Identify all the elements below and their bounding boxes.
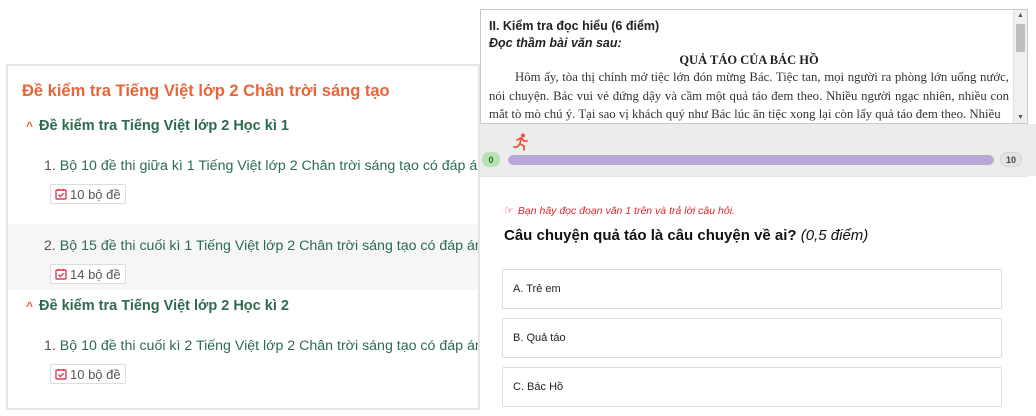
calendar-check-icon [55, 368, 67, 380]
question-points: (0,5 điểm) [800, 227, 869, 244]
question-card: ☞ Bạn hãy đọc đoạn văn 1 trên và trả lời… [480, 176, 1028, 416]
count-badge: 10 bộ đề [50, 184, 126, 204]
story-title: QUẢ TÁO CỦA BÁC HỒ [679, 53, 819, 67]
panel-title: Đề kiểm tra Tiếng Việt lớp 2 Chân trời s… [22, 82, 390, 100]
item-link[interactable]: 1. Bộ 10 đề thi giữa kì 1 Tiếng Việt lớp… [44, 158, 480, 174]
answer-option-b[interactable]: B. Quả táo [502, 318, 1002, 358]
badge-label: 14 bộ đề [70, 266, 121, 282]
pointing-hand-icon: ☞ [504, 205, 514, 217]
answer-option-c[interactable]: C. Bác Hồ [502, 367, 1002, 407]
story-body: Hôm ấy, tòa thị chính mở tiệc lớn đón mừ… [489, 70, 1009, 121]
reading-scrollbar[interactable]: ▲ ▼ [1013, 10, 1027, 123]
calendar-check-icon [55, 188, 67, 200]
item-text: Bộ 15 đề thi cuối kì 1 Tiếng Việt lớp 2 … [59, 238, 480, 254]
progress-end-label: 10 [1000, 152, 1022, 167]
item-number: 2. [44, 238, 56, 254]
count-badge: 14 bộ đề [50, 264, 126, 284]
question-label: Câu chuyện quả táo là câu chuyện về ai? [504, 227, 797, 244]
badge-label: 10 bộ đề [70, 186, 121, 202]
progress-bar [508, 155, 994, 165]
scroll-down-icon[interactable]: ▼ [1017, 114, 1024, 121]
question-text: Câu chuyện quả táo là câu chuyện về ai? … [504, 227, 868, 244]
runner-icon [513, 133, 528, 151]
item-number: 1. [44, 158, 56, 174]
reading-instruction: Đọc thầm bài văn sau: [489, 36, 622, 50]
scroll-thumb[interactable] [1016, 24, 1025, 52]
list-item[interactable]: 2. Bộ 15 đề thi cuối kì 1 Tiếng Việt lớp… [8, 224, 478, 290]
section-header-hk1[interactable]: ^ Đề kiểm tra Tiếng Việt lớp 2 Học kì 1 [26, 118, 289, 134]
progress-area: 0 10 [480, 124, 1036, 176]
hint-text: Bạn hãy đọc đoạn văn 1 trên và trả lời c… [517, 204, 735, 217]
count-badge: 10 bộ đề [50, 364, 126, 384]
reading-passage-box[interactable]: II. Kiểm tra đọc hiểu (6 điểm) Đọc thầm … [480, 9, 1028, 124]
section-label: Đề kiểm tra Tiếng Việt lớp 2 Học kì 1 [39, 118, 289, 134]
item-text: Bộ 10 đề thi giữa kì 1 Tiếng Việt lớp 2 … [59, 158, 480, 174]
item-number: 1. [44, 338, 56, 354]
chevron-up-icon: ^ [26, 299, 34, 313]
reading-heading: II. Kiểm tra đọc hiểu (6 điểm) [489, 19, 660, 33]
item-link[interactable]: 2. Bộ 15 đề thi cuối kì 1 Tiếng Việt lớp… [44, 238, 480, 254]
list-item[interactable]: 1. Bộ 10 đề thi cuối kì 2 Tiếng Việt lớp… [8, 324, 478, 390]
item-text: Bộ 10 đề thi cuối kì 2 Tiếng Việt lớp 2 … [59, 338, 480, 354]
calendar-check-icon [55, 268, 67, 280]
answer-option-a[interactable]: A. Trẻ em [502, 269, 1002, 309]
section-header-hk2[interactable]: ^ Đề kiểm tra Tiếng Việt lớp 2 Học kì 2 [26, 298, 289, 314]
progress-start-label: 0 [482, 152, 500, 167]
badge-label: 10 bộ đề [70, 366, 121, 382]
chevron-up-icon: ^ [26, 119, 34, 133]
item-link[interactable]: 1. Bộ 10 đề thi cuối kì 2 Tiếng Việt lớp… [44, 338, 480, 354]
progress-bar-fill [508, 155, 994, 165]
reading-content: II. Kiểm tra đọc hiểu (6 điểm) Đọc thầm … [489, 18, 1009, 123]
question-hint: ☞ Bạn hãy đọc đoạn văn 1 trên và trả lời… [504, 204, 735, 218]
section-label: Đề kiểm tra Tiếng Việt lớp 2 Học kì 2 [39, 298, 289, 314]
exam-list-panel: Đề kiểm tra Tiếng Việt lớp 2 Chân trời s… [6, 64, 480, 410]
scroll-up-icon[interactable]: ▲ [1017, 12, 1024, 19]
list-item[interactable]: 1. Bộ 10 đề thi giữa kì 1 Tiếng Việt lớp… [8, 144, 478, 210]
